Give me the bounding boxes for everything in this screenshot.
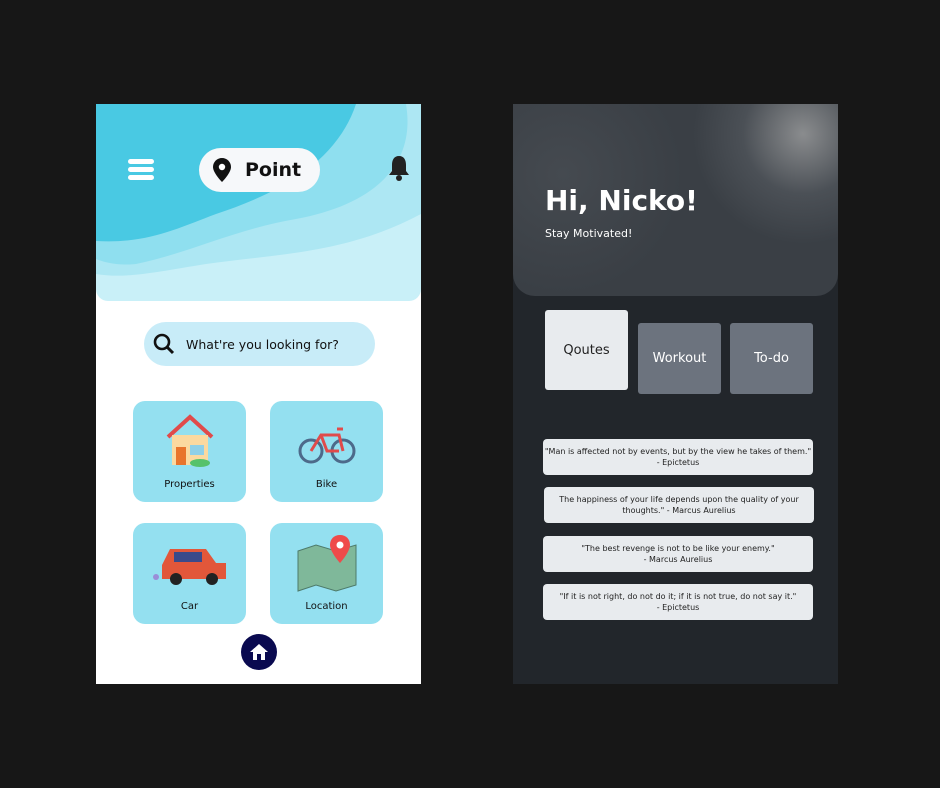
category-label: Location: [305, 601, 348, 612]
header-waves: [96, 104, 421, 301]
quote-card: The happiness of your life depends upon …: [544, 487, 814, 523]
quote-text: "If it is not right, do not do it; if it…: [559, 591, 797, 601]
car-icon: [152, 549, 226, 585]
tab-workout[interactable]: Workout: [638, 323, 721, 394]
quote-card: "Man is affected not by events, but by t…: [543, 439, 813, 475]
subtitle: Stay Motivated!: [545, 227, 633, 240]
map-icon: [297, 535, 356, 592]
quote-text: "Man is affected not by events, but by t…: [544, 446, 812, 456]
home-icon: [250, 644, 268, 660]
motivation-app-screen: Hi, Nicko! Stay Motivated! Qoutes Workou…: [513, 104, 838, 684]
quote-card: "If it is not right, do not do it; if it…: [543, 584, 813, 620]
quote-author: - Epictetus: [656, 458, 700, 467]
quote-text: The happiness of your life depends upon …: [559, 494, 799, 504]
quote-author: thoughts." - Marcus Aurelius: [622, 506, 736, 515]
tab-todo[interactable]: To-do: [730, 323, 813, 394]
category-label: Car: [180, 601, 199, 612]
quote-author: - Epictetus: [656, 603, 700, 612]
house-icon: [166, 414, 213, 467]
category-bike[interactable]: Bike: [270, 401, 383, 502]
menu-icon[interactable]: [128, 159, 154, 183]
quote-author: - Marcus Aurelius: [643, 555, 713, 564]
bike-icon: [298, 427, 355, 464]
location-pill[interactable]: Point: [199, 148, 320, 192]
category-location[interactable]: Location: [270, 523, 383, 624]
brand-name: Point: [245, 159, 302, 181]
search-placeholder: What're you looking for?: [186, 336, 339, 352]
category-label: Bike: [315, 479, 338, 490]
quote-text: "The best revenge is not to be like your…: [581, 543, 775, 553]
category-label: Properties: [164, 479, 215, 490]
property-app-screen: Point What're you looking for? Propertie…: [96, 104, 421, 684]
quote-card: "The best revenge is not to be like your…: [543, 536, 813, 572]
category-car[interactable]: Car: [133, 523, 246, 624]
location-pin-icon: [213, 158, 231, 182]
greeting: Hi, Nicko!: [545, 184, 698, 217]
search-icon: [153, 333, 175, 355]
tab-quotes[interactable]: Qoutes: [545, 310, 628, 390]
home-button[interactable]: [241, 634, 277, 670]
category-properties[interactable]: Properties: [133, 401, 246, 502]
search-input[interactable]: What're you looking for?: [144, 322, 375, 366]
bell-icon[interactable]: [387, 154, 411, 182]
